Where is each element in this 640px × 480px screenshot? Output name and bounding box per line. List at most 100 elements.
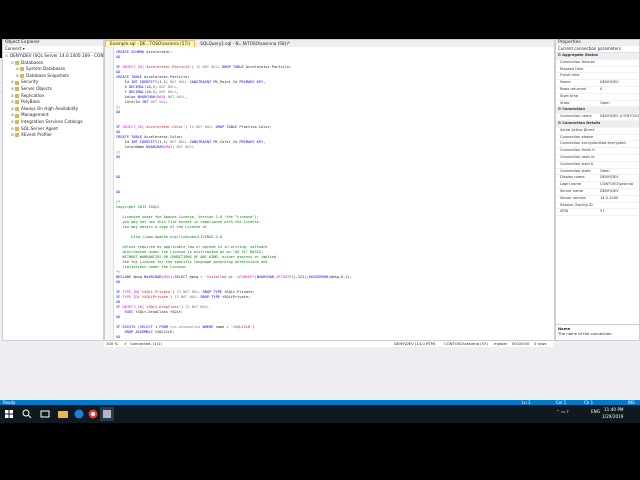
chrome-browser-icon[interactable] bbox=[86, 407, 100, 421]
folder-icon bbox=[15, 100, 19, 105]
property-row[interactable]: Session Tracing ID bbox=[556, 203, 639, 210]
tree-item[interactable]: ⊟ DENY\DEV (SQL Server 14.0.1000.169 - CO… bbox=[3, 53, 134, 60]
tree-item-label: SQL Server Agent bbox=[21, 125, 59, 131]
start-button[interactable] bbox=[2, 407, 16, 421]
folder-icon bbox=[15, 113, 19, 118]
code-line[interactable]: DROP ASSEMBLY tSQLtCLR; bbox=[116, 330, 175, 335]
property-row[interactable]: Server name DENY\DEV bbox=[556, 189, 639, 196]
file-explorer-icon[interactable] bbox=[56, 407, 70, 421]
property-row[interactable]: Connection rows re bbox=[556, 155, 639, 162]
tree-item-label: Databases bbox=[21, 59, 44, 65]
folder-icon bbox=[15, 126, 19, 131]
property-row[interactable]: Connection name DENY\DEV (CONTOSO\ bbox=[556, 114, 639, 121]
property-name: Session Tracing ID bbox=[560, 202, 593, 207]
property-row[interactable]: Connection start ti bbox=[556, 162, 639, 169]
property-row[interactable]: Connection finish ti bbox=[556, 148, 639, 155]
code-line[interactable]: ColorName NVARCHAR(MAX) NOT NULL bbox=[116, 145, 194, 150]
tree-item[interactable]: ⊞ Management bbox=[3, 112, 103, 119]
task-view-icon[interactable] bbox=[38, 407, 52, 421]
properties-grid: ⊟ Aggregate Status Connection failures Ela… bbox=[556, 53, 639, 217]
property-category[interactable]: ⊟ Aggregate Status bbox=[556, 53, 639, 60]
property-row[interactable]: Elapsed time bbox=[556, 67, 639, 74]
code-line[interactable]: You may obtain a copy of the License at bbox=[116, 225, 206, 230]
tree-item[interactable]: ⊞ Integration Services Catalogs bbox=[3, 119, 103, 126]
property-row[interactable]: Connection failures bbox=[556, 60, 639, 67]
property-row[interactable]: Login name CONTOSO\sasinna bbox=[556, 182, 639, 189]
property-value: Not encrypted bbox=[600, 141, 626, 146]
tree-item[interactable]: ⊞ Replication bbox=[3, 93, 103, 100]
tree-expander-icon[interactable]: ⊟ bbox=[5, 53, 8, 60]
tray-icons[interactable]: ⌃ ▭ ♪ bbox=[556, 409, 569, 414]
folder-icon bbox=[20, 67, 24, 72]
property-row[interactable]: Name DENY\DEV bbox=[556, 80, 639, 87]
code-line[interactable]: IF OBJECT_ID('Accelerator.Color') IS NOT… bbox=[116, 125, 272, 130]
property-value bbox=[600, 94, 639, 100]
property-row[interactable]: Display name DENY\DEV bbox=[556, 175, 639, 183]
property-name: Login name bbox=[560, 182, 582, 187]
connect-button[interactable]: Connect ▾ bbox=[3, 46, 103, 53]
clock-time[interactable]: 11:40 PM bbox=[604, 407, 624, 412]
search-taskbar-icon[interactable] bbox=[20, 407, 34, 421]
code-line[interactable]: GO bbox=[116, 280, 120, 285]
query-status-strip: 100 % ✔ Connected. (1/1) DENY\DEV (14.0 … bbox=[104, 340, 553, 347]
code-line[interactable]: GO bbox=[116, 175, 120, 180]
tab-example-sql[interactable]: Example.sql - DE...TOSO\sasinna (57)) bbox=[105, 40, 196, 47]
code-line[interactable]: EXEC tSQLt.DropClass tSQLt; bbox=[116, 310, 183, 315]
code-line[interactable]: IF TYPE_ID('tSQLtPrivate') IS NOT NULL D… bbox=[116, 295, 250, 300]
property-category[interactable]: ⊟ Connection Details bbox=[556, 120, 639, 128]
property-row[interactable]: SPID 57 bbox=[556, 209, 639, 217]
property-value: DENY\DEV bbox=[600, 80, 619, 85]
property-name: ⊟ Connection bbox=[558, 107, 586, 112]
zoom-level[interactable]: 100 % bbox=[106, 341, 118, 347]
ssms-taskbar-icon[interactable] bbox=[100, 407, 114, 421]
property-row[interactable]: Azure Active Direct bbox=[556, 128, 639, 135]
object-explorer-pane: Object Explorer Connect ▾ ⊟ DENY\DEV (SQL… bbox=[2, 39, 134, 341]
tree-item[interactable]: ⊞ Database Snapshots bbox=[3, 73, 103, 80]
property-row[interactable]: Server version 14.0.1000 bbox=[556, 196, 639, 203]
code-line[interactable]: limitations under the License. bbox=[116, 265, 187, 270]
property-value: 0 bbox=[600, 86, 603, 91]
code-line[interactable]: GO bbox=[116, 110, 120, 115]
code-line[interactable]: Copyright 2013 SSQLS bbox=[116, 205, 159, 210]
language-indicator[interactable]: ENG bbox=[591, 409, 600, 414]
code-line[interactable]: GO bbox=[116, 155, 120, 160]
object-explorer-tree: ⊟ DENY\DEV (SQL Server 14.0.1000.169 - CO… bbox=[3, 53, 134, 139]
property-name: Connection elapse bbox=[560, 134, 594, 139]
code-line[interactable]: GO bbox=[116, 55, 120, 60]
property-row[interactable]: Rows returned 0 bbox=[556, 87, 639, 94]
tree-item[interactable]: ⊞ XEvent Profiler bbox=[3, 132, 103, 139]
tree-item[interactable]: ⊞ PolyBase bbox=[3, 99, 103, 106]
property-row[interactable]: Connection encrypted Not encrypted bbox=[556, 141, 639, 149]
property-row[interactable]: Start time bbox=[556, 94, 639, 101]
edge-browser-icon[interactable] bbox=[72, 407, 86, 421]
code-line[interactable]: GO bbox=[116, 315, 120, 320]
property-row[interactable]: State Open bbox=[556, 101, 639, 108]
property-value: DENY\DEV bbox=[600, 175, 619, 180]
property-row[interactable]: Connection state Open bbox=[556, 169, 639, 176]
code-line[interactable]: DECLARE @msg NVARCHAR(MAX);SELECT @msg =… bbox=[116, 275, 352, 280]
code-line[interactable]: http://www.apache.org/licenses/LICENSE-2… bbox=[116, 235, 222, 240]
properties-subject[interactable]: Current connection parameters bbox=[556, 46, 639, 53]
properties-pane: Properties Current connection parameters… bbox=[555, 39, 640, 341]
property-row[interactable]: Connection elapse bbox=[556, 135, 639, 142]
property-category[interactable]: ⊟ Connection bbox=[556, 107, 639, 115]
property-value bbox=[600, 73, 639, 79]
tree-item-label: XEvent Profiler bbox=[21, 132, 52, 138]
tree-item[interactable]: ⊟ Databases bbox=[3, 60, 103, 67]
code-line[interactable]: GO bbox=[116, 190, 120, 195]
tree-item[interactable]: ⊞ Security bbox=[3, 79, 103, 86]
tree-item[interactable]: ⊞ SQL Server Agent bbox=[3, 126, 103, 133]
code-area[interactable]: CREATE SCHEMA Accelerator; GO IF OBJECT_ID… bbox=[105, 47, 554, 340]
code-line[interactable]: ColorId INT NOT NULL bbox=[116, 100, 168, 105]
property-value bbox=[600, 203, 639, 209]
clock-date[interactable]: 1/29/2019 bbox=[602, 414, 623, 419]
tree-item[interactable]: ⊞ System Databases bbox=[3, 66, 103, 73]
tree-item-label: Management bbox=[21, 112, 49, 118]
tree-item[interactable]: ⊞ Always On High Availability bbox=[3, 106, 103, 113]
code-line[interactable]: IF OBJECT_ID('Accelerator.Particle') IS … bbox=[116, 65, 291, 70]
tree-item[interactable]: ⊞ Server Objects bbox=[3, 86, 103, 93]
folder-icon bbox=[15, 133, 19, 138]
description-text: The name of the connection. bbox=[558, 331, 613, 336]
property-row[interactable]: Finish time bbox=[556, 73, 639, 81]
code-line[interactable]: CREATE SCHEMA Accelerator; bbox=[116, 50, 172, 55]
